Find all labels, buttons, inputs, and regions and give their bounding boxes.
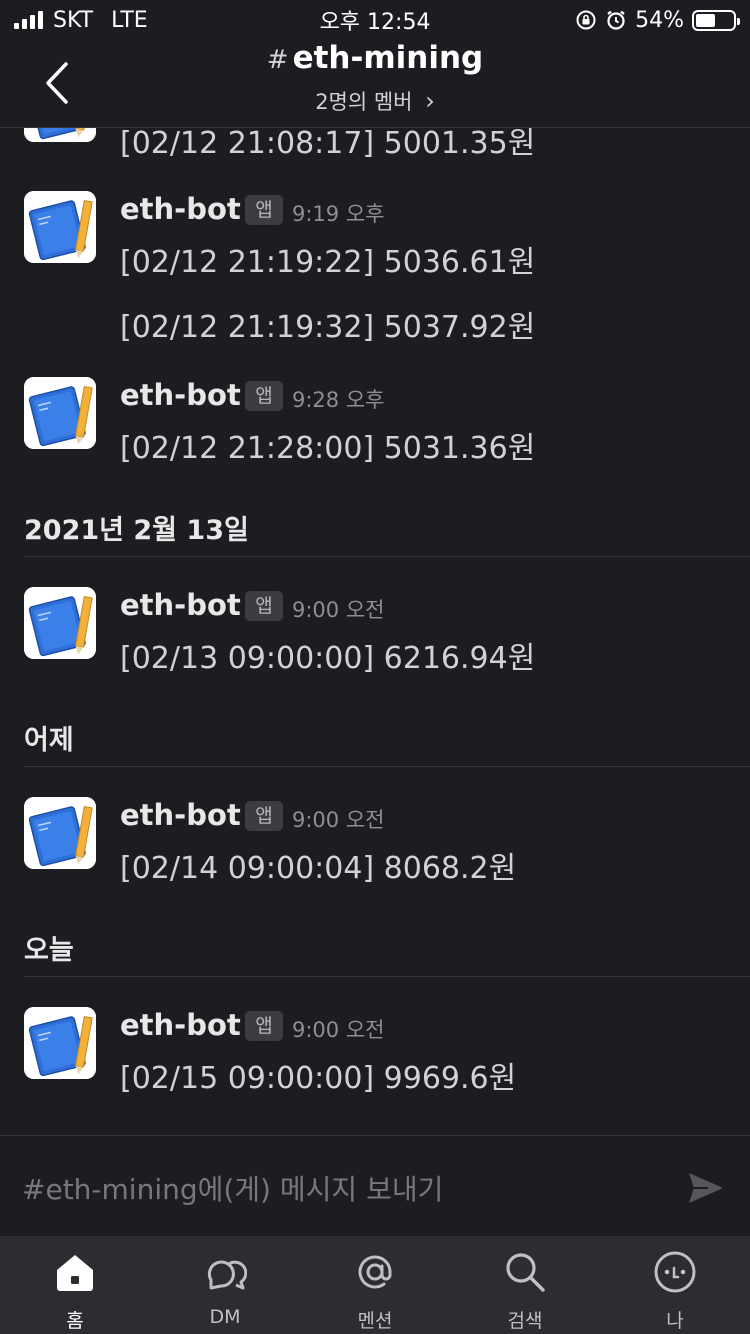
sender-name[interactable]: eth-bot (120, 798, 241, 832)
message-item[interactable]: eth-bot 앱 9:28 오후 [02/12 21:28:00] 5031.… (0, 375, 750, 475)
tab-label: DM (209, 1306, 241, 1328)
bot-avatar[interactable] (24, 797, 96, 869)
message-time: 9:19 오후 (292, 202, 385, 226)
status-bar: SKT LTE 오후 12:54 54% (0, 0, 750, 40)
message-text: [02/12 21:28:00] 5031.36원 (120, 431, 536, 466)
home-icon (57, 1255, 93, 1291)
message-item[interactable]: eth-bot 앱 9:00 오전 [02/15 09:00:00] 9969.… (0, 1005, 750, 1105)
sender-name[interactable]: eth-bot (120, 378, 241, 412)
tab-label: 멘션 (357, 1310, 393, 1332)
message-composer[interactable]: #eth-mining에(게) 메시지 보내기 (0, 1135, 750, 1236)
signal-icon (14, 11, 43, 29)
channel-hash: # (266, 45, 289, 75)
message-time: 9:28 오후 (292, 388, 385, 412)
message-time: 9:00 오전 (292, 808, 385, 832)
message-text: [02/15 09:00:00] 9969.6원 (120, 1061, 517, 1096)
bot-avatar[interactable] (24, 587, 96, 659)
message-time: 9:00 오전 (292, 598, 385, 622)
mention-icon (358, 1255, 392, 1289)
tab-dm[interactable]: DM (150, 1236, 300, 1334)
status-right: 54% (575, 7, 740, 33)
sender-name[interactable]: eth-bot (120, 1008, 241, 1042)
carrier-label: SKT (53, 7, 94, 33)
message-time: 9:00 오전 (292, 1018, 385, 1042)
app-badge: 앱 (245, 195, 283, 225)
battery-percent: 54% (635, 7, 684, 33)
battery-icon (692, 9, 740, 31)
channel-title[interactable]: # eth-mining (0, 40, 750, 76)
message-input[interactable]: #eth-mining에(게) 메시지 보내기 (22, 1168, 443, 1208)
tab-mentions[interactable]: 멘션 (300, 1236, 450, 1334)
date-divider: 2021년 2월 13일 (24, 515, 249, 546)
chevron-right-icon: › (425, 87, 435, 115)
divider-line (24, 976, 750, 977)
message-text: [02/13 09:00:00] 6216.94원 (120, 641, 536, 676)
channel-name: eth-mining (292, 40, 484, 76)
message-item[interactable]: eth-bot 앱 9:00 오전 [02/13 09:00:00] 6216.… (0, 585, 750, 685)
message-text: [02/14 09:00:04] 8068.2원 (120, 851, 517, 886)
status-left: SKT LTE (14, 8, 148, 33)
message-partial[interactable]: [02/12 21:08:17] 5001.35원 (0, 128, 750, 168)
alarm-icon (607, 10, 625, 30)
message-text: [02/12 21:08:17] 5001.35원 (120, 128, 536, 161)
member-count-link[interactable]: 2명의 멤버 › (0, 86, 750, 116)
date-divider: 어제 (24, 725, 74, 756)
tab-label: 나 (666, 1310, 684, 1332)
dm-icon (207, 1260, 247, 1290)
message-text: [02/12 21:19:32] 5037.92원 (120, 310, 536, 345)
profile-icon (654, 1251, 696, 1293)
sender-name[interactable]: eth-bot (120, 588, 241, 622)
app-badge: 앱 (245, 591, 283, 621)
divider-line (24, 556, 750, 557)
send-icon[interactable] (686, 1170, 726, 1206)
bot-avatar[interactable] (24, 128, 96, 142)
tab-bar: 홈 DM 멘션 검색 나 (0, 1236, 750, 1334)
message-item[interactable]: eth-bot 앱 9:00 오전 [02/14 09:00:04] 8068.… (0, 795, 750, 895)
member-count: 2명의 멤버 (315, 90, 413, 114)
search-icon (506, 1253, 545, 1292)
channel-header: # eth-mining 2명의 멤버 › (0, 40, 750, 128)
bot-avatar[interactable] (24, 377, 96, 449)
bot-avatar[interactable] (24, 1007, 96, 1079)
message-feed[interactable]: [02/12 21:08:17] 5001.35원 eth-bot 앱 9:19… (0, 128, 750, 1135)
tab-profile[interactable]: 나 (600, 1236, 750, 1334)
bot-avatar[interactable] (24, 191, 96, 263)
app-badge: 앱 (245, 801, 283, 831)
message-item[interactable]: eth-bot 앱 9:19 오후 [02/12 21:19:22] 5036.… (0, 188, 750, 348)
divider-line (24, 766, 750, 767)
tab-search[interactable]: 검색 (450, 1236, 600, 1334)
orientation-lock-icon (576, 10, 596, 30)
app-badge: 앱 (245, 381, 283, 411)
tab-home[interactable]: 홈 (0, 1236, 150, 1334)
app-badge: 앱 (245, 1011, 283, 1041)
tab-label: 홈 (66, 1310, 84, 1332)
message-text: [02/12 21:19:22] 5036.61원 (120, 245, 536, 280)
date-divider: 오늘 (24, 935, 74, 966)
sender-name[interactable]: eth-bot (120, 192, 241, 226)
tab-label: 검색 (507, 1310, 543, 1332)
network-label: LTE (111, 7, 148, 33)
